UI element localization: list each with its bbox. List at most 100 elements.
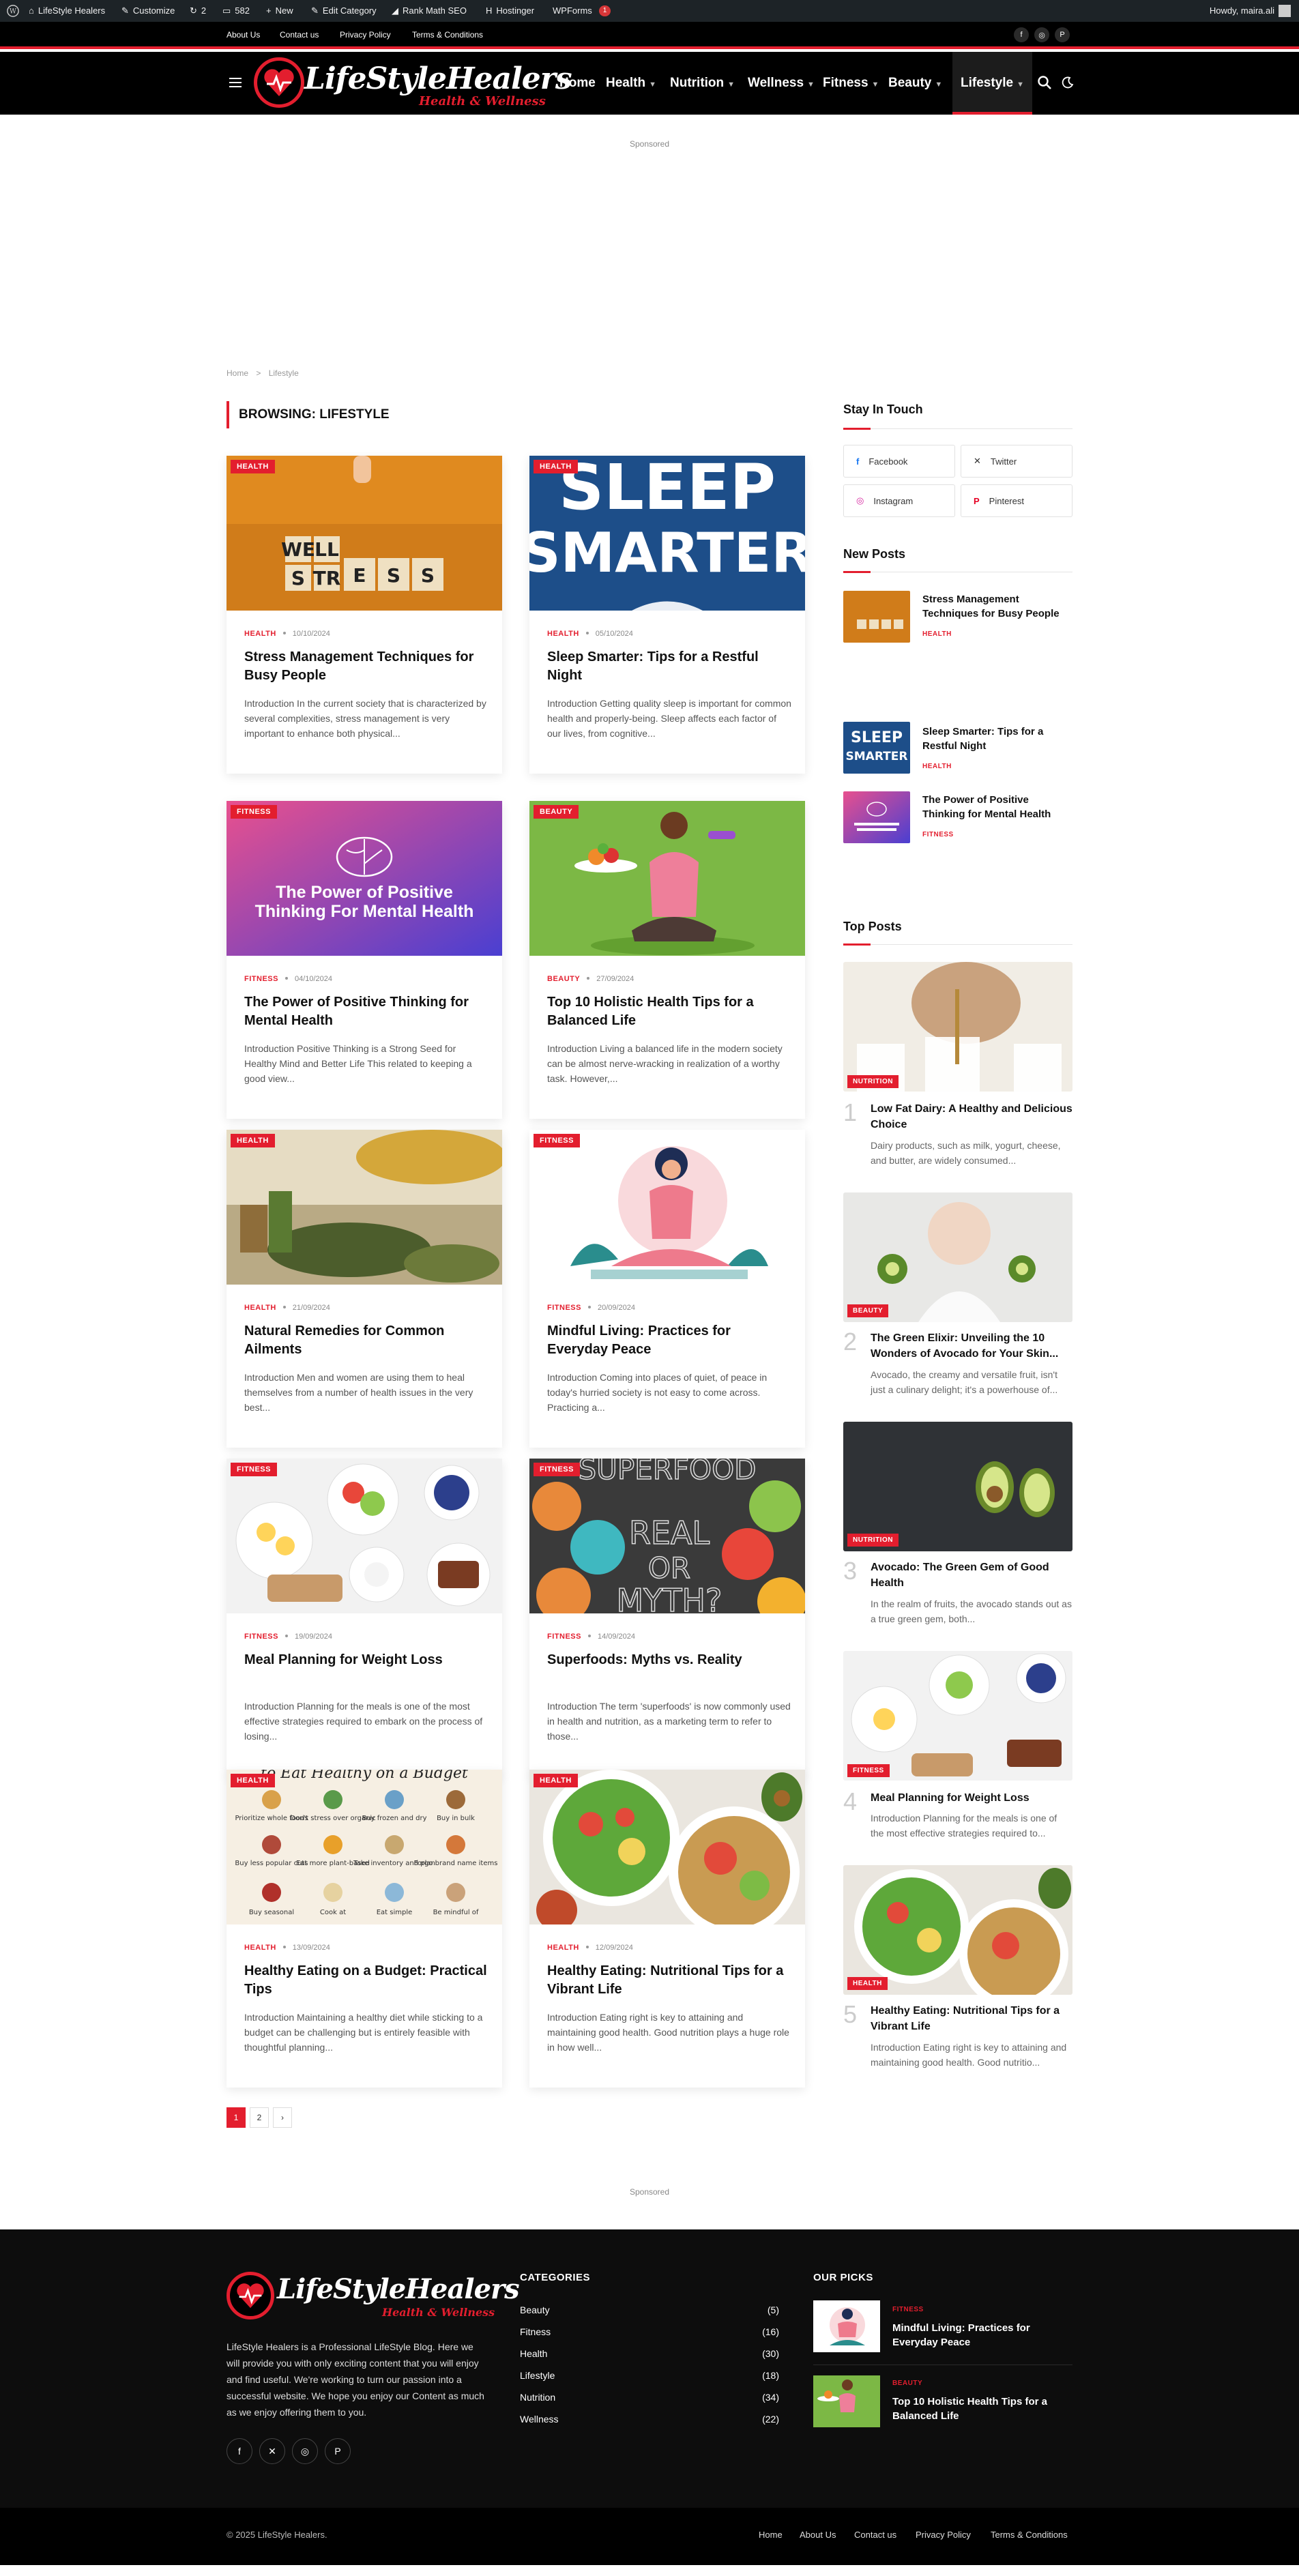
pagination-page-2[interactable]: 2 [250,2107,269,2128]
new-post-thumbnail[interactable] [843,591,910,643]
post-card[interactable]: WE LL S TR E S S HEALTH HEALTH 10/10/2024… [227,456,502,774]
bottom-link-about[interactable]: About Us [800,2530,836,2540]
social-twitter-button[interactable]: ✕ Twitter [961,445,1072,478]
top-post-thumbnail[interactable] [843,1422,1072,1551]
top-post-category[interactable]: NUTRITION [847,1534,899,1547]
footer-pick-title[interactable]: Top 10 Holistic Health Tips for a Balanc… [892,2395,1070,2423]
nav-lifestyle[interactable]: Lifestyle ▼ [952,52,1032,115]
footer-pinterest-icon[interactable]: P [325,2438,351,2464]
wp-logo-icon[interactable]: W [7,0,19,22]
post-thumbnail[interactable]: FITNESS [227,1459,502,1613]
category-badge[interactable]: FITNESS [231,1463,277,1476]
post-thumbnail[interactable]: WE LL S TR E S S HEALTH [227,456,502,611]
bottom-link-privacy[interactable]: Privacy Policy [916,2530,971,2540]
category-badge[interactable]: HEALTH [534,460,578,473]
top-link-privacy[interactable]: Privacy Policy [340,30,391,40]
meta-category[interactable]: HEALTH [244,1944,276,1952]
footer-pick-category[interactable]: BEAUTY [892,2380,922,2387]
post-thumbnail[interactable]: SLEEP SMARTER HEALTH [529,456,805,611]
post-title[interactable]: Healthy Eating on a Budget: Practical Ti… [244,1962,487,1999]
new-post-category[interactable]: FITNESS [922,831,954,838]
post-card[interactable]: SUPERFOOD REAL OR MYTH? FITNESS FITNESS 1… [529,1459,805,1776]
nav-wellness[interactable]: Wellness ▼ [748,52,815,115]
meta-category[interactable]: FITNESS [244,1633,278,1641]
bottom-link-terms[interactable]: Terms & Conditions [991,2530,1068,2540]
post-thumbnail[interactable]: BEAUTY [529,801,805,956]
breadcrumb-home[interactable]: Home [227,368,248,378]
admin-wpforms-link[interactable]: WPForms 1 [553,0,611,22]
category-badge[interactable]: FITNESS [231,805,277,819]
footer-pick-thumbnail[interactable] [813,2300,880,2352]
pagination-next[interactable]: › [273,2107,292,2128]
top-post-thumbnail[interactable] [843,962,1072,1092]
top-link-about[interactable]: About Us [227,30,260,40]
top-post-thumbnail[interactable] [843,1651,1072,1781]
meta-category[interactable]: FITNESS [547,1304,581,1312]
admin-rankmath-link[interactable]: ◢ Rank Math SEO [392,0,467,22]
admin-hostinger-link[interactable]: H Hostinger [486,0,534,22]
meta-category[interactable]: FITNESS [244,975,278,983]
footer-pick-thumbnail[interactable] [813,2375,880,2427]
category-badge[interactable]: BEAUTY [534,805,579,819]
top-post-thumbnail[interactable] [843,1192,1072,1322]
facebook-icon[interactable]: f [1014,27,1029,42]
bottom-link-contact[interactable]: Contact us [854,2530,896,2540]
post-thumbnail[interactable]: HEALTH [529,1770,805,1924]
footer-pick-title[interactable]: Mindful Living: Practices for Everyday P… [892,2321,1070,2350]
post-thumbnail[interactable]: to Eat Healthy on a Budget Prioritize wh… [227,1770,502,1924]
top-post-category[interactable]: HEALTH [847,1977,888,1990]
admin-account-menu[interactable]: Howdy, maira.ali [1210,0,1291,22]
new-post-thumbnail[interactable]: SLEEP SMARTER [843,722,910,774]
post-title[interactable]: Sleep Smarter: Tips for a Restful Night [547,648,790,685]
top-post-title[interactable]: Avocado: The Green Gem of Good Health [871,1560,1072,1591]
new-post-title[interactable]: The Power of Positive Thinking for Menta… [922,793,1071,821]
footer-category-item[interactable]: Lifestyle (18) [520,2370,779,2381]
top-link-contact[interactable]: Contact us [280,30,319,40]
post-title[interactable]: Stress Management Techniques for Busy Pe… [244,648,487,685]
post-card[interactable]: SLEEP SMARTER HEALTH HEALTH 05/10/2024 Sl… [529,456,805,774]
footer-pick-category[interactable]: FITNESS [892,2306,924,2313]
new-post-category[interactable]: HEALTH [922,630,952,638]
post-thumbnail[interactable]: FITNESS [529,1130,805,1285]
category-badge[interactable]: HEALTH [231,1774,275,1787]
top-post-title[interactable]: Healthy Eating: Nutritional Tips for a V… [871,2003,1072,2034]
category-badge[interactable]: HEALTH [534,1774,578,1787]
pinterest-icon[interactable]: P [1055,27,1070,42]
top-post-category[interactable]: NUTRITION [847,1075,899,1088]
admin-new-link[interactable]: + New [266,0,293,22]
post-title[interactable]: Healthy Eating: Nutritional Tips for a V… [547,1962,790,1999]
footer-category-item[interactable]: Wellness (22) [520,2414,779,2425]
hamburger-menu-icon[interactable] [229,78,242,87]
footer-category-item[interactable]: Beauty (5) [520,2304,779,2315]
post-card[interactable]: BEAUTY BEAUTY 27/09/2024 Top 10 Holistic … [529,801,805,1119]
new-post-thumbnail[interactable] [843,791,910,843]
category-badge[interactable]: HEALTH [231,1134,275,1147]
post-title[interactable]: Mindful Living: Practices for Everyday P… [547,1322,790,1359]
post-thumbnail[interactable]: HEALTH [227,1130,502,1285]
pagination-page-1[interactable]: 1 [227,2107,246,2128]
top-link-terms[interactable]: Terms & Conditions [412,30,483,40]
meta-category[interactable]: HEALTH [547,1944,579,1952]
post-card[interactable]: HEALTH HEALTH 12/09/2024 Healthy Eating: … [529,1770,805,2088]
category-badge[interactable]: FITNESS [534,1134,580,1147]
social-pinterest-button[interactable]: P Pinterest [961,484,1072,517]
admin-site-link[interactable]: ⌂ LifeStyle Healers [29,0,105,22]
top-post-title[interactable]: Low Fat Dairy: A Healthy and Delicious C… [871,1101,1072,1132]
post-thumbnail[interactable]: SUPERFOOD REAL OR MYTH? FITNESS [529,1459,805,1613]
top-post-title[interactable]: Meal Planning for Weight Loss [871,1790,1072,1806]
instagram-icon[interactable]: ◎ [1034,27,1049,42]
new-post-title[interactable]: Sleep Smarter: Tips for a Restful Night [922,724,1071,753]
nav-fitness[interactable]: Fitness ▼ [823,52,879,115]
meta-category[interactable]: FITNESS [547,1633,581,1641]
post-title[interactable]: Superfoods: Myths vs. Reality [547,1651,790,1669]
category-badge[interactable]: HEALTH [231,460,275,473]
admin-updates-link[interactable]: ↻ 2 [190,0,206,22]
category-badge[interactable]: FITNESS [534,1463,580,1476]
meta-category[interactable]: BEAUTY [547,975,580,983]
top-post-category[interactable]: BEAUTY [847,1304,889,1317]
meta-category[interactable]: HEALTH [547,630,579,638]
footer-category-item[interactable]: Nutrition (34) [520,2392,779,2403]
admin-customize-link[interactable]: ✎ Customize [121,0,175,22]
post-card[interactable]: FITNESS FITNESS 20/09/2024 Mindful Living… [529,1130,805,1448]
footer-instagram-icon[interactable]: ◎ [292,2438,318,2464]
